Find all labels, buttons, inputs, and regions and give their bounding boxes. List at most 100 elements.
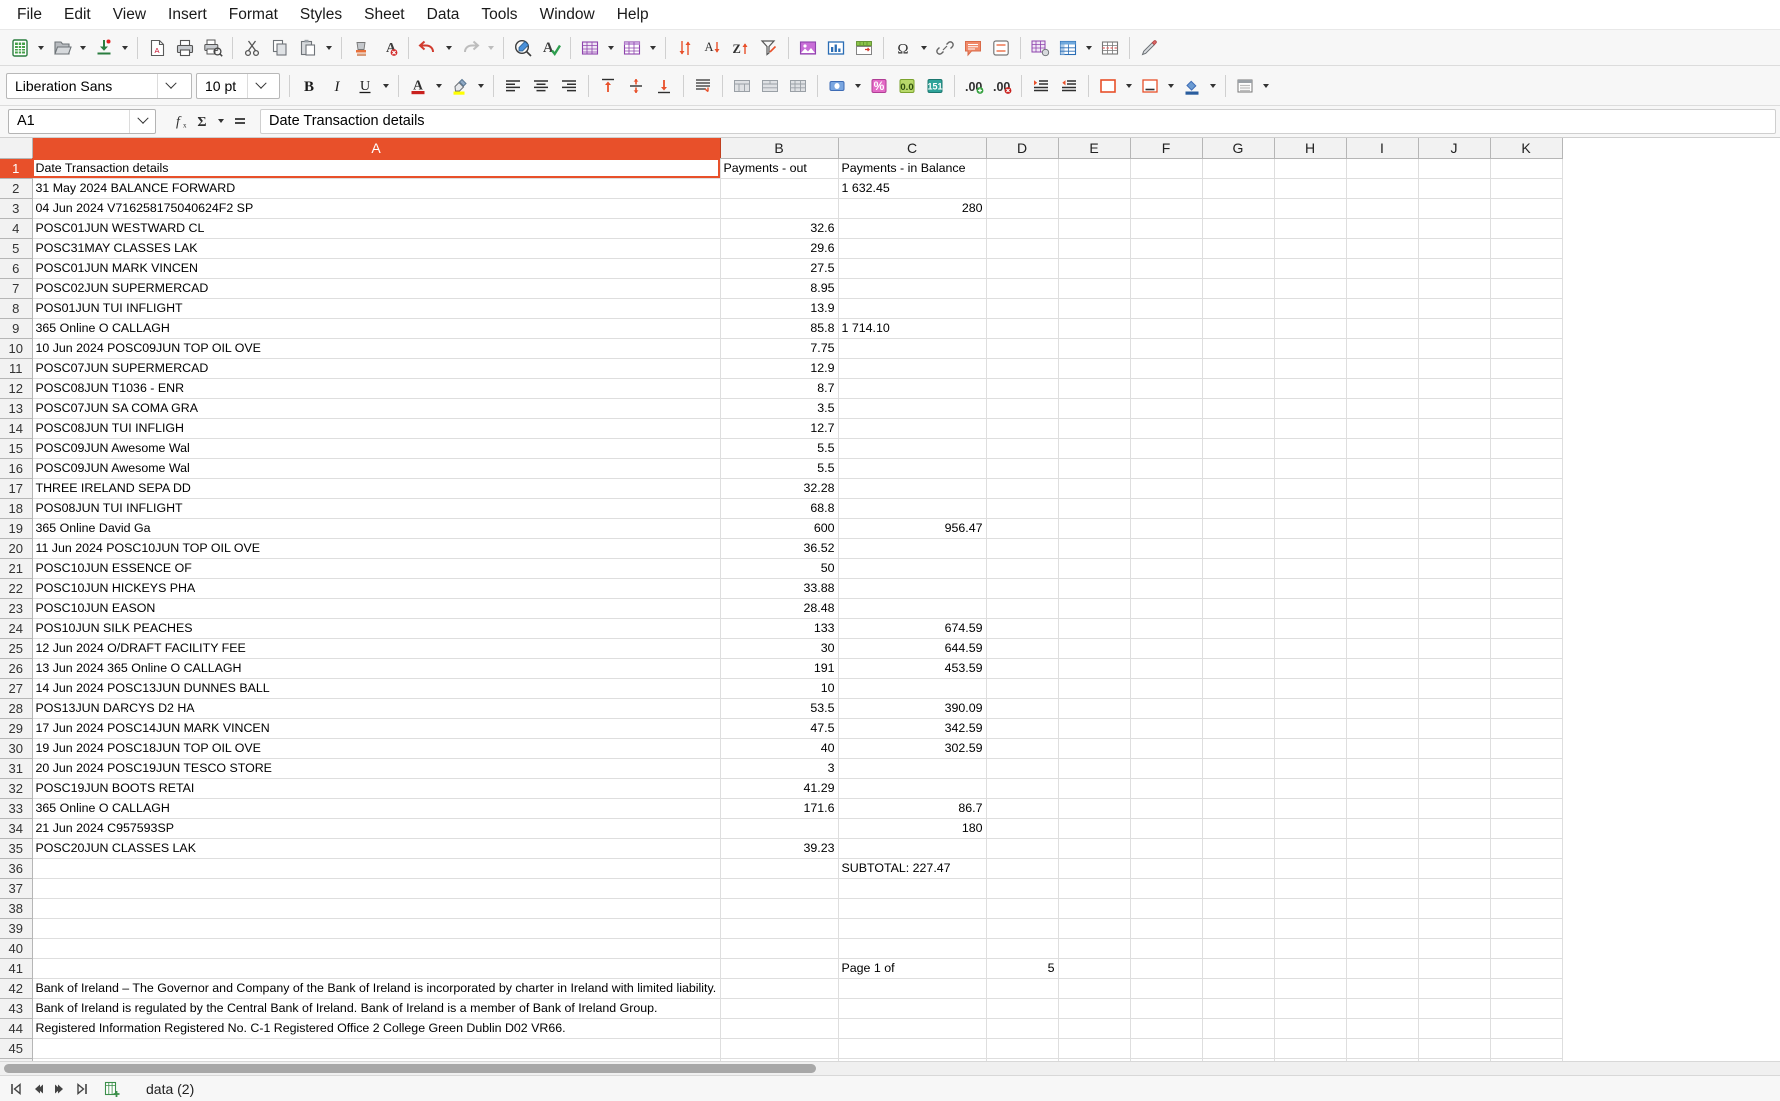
cell-B19[interactable]: 600: [720, 518, 839, 539]
cell-I39[interactable]: [1346, 918, 1419, 939]
cell-K44[interactable]: [1490, 1018, 1563, 1039]
cell-K9[interactable]: [1490, 318, 1563, 339]
cell-I16[interactable]: [1346, 458, 1419, 479]
cell-J24[interactable]: [1418, 618, 1491, 639]
cell-I42[interactable]: [1346, 978, 1419, 999]
cell-J34[interactable]: [1418, 818, 1491, 839]
cell-F41[interactable]: [1130, 958, 1203, 979]
cell-H15[interactable]: [1274, 438, 1347, 459]
cell-H39[interactable]: [1274, 918, 1347, 939]
row-header-17[interactable]: 17: [0, 478, 33, 499]
row-header-25[interactable]: 25: [0, 638, 33, 659]
cell-C4[interactable]: [838, 218, 987, 239]
new-document-icon[interactable]: [6, 34, 34, 62]
cell-I35[interactable]: [1346, 838, 1419, 859]
cell-I7[interactable]: [1346, 278, 1419, 299]
cell-I9[interactable]: [1346, 318, 1419, 339]
next-sheet-icon[interactable]: [50, 1079, 70, 1099]
print-preview-icon[interactable]: [199, 34, 227, 62]
row-header-36[interactable]: 36: [0, 858, 33, 879]
cell-I30[interactable]: [1346, 738, 1419, 759]
cell-D40[interactable]: [986, 938, 1059, 959]
cell-C11[interactable]: [838, 358, 987, 379]
last-sheet-icon[interactable]: [72, 1079, 92, 1099]
cell-C2[interactable]: 1 632.45: [838, 178, 987, 199]
cell-A8[interactable]: POS01JUN TUI INFLIGHT: [32, 298, 721, 319]
cell-J26[interactable]: [1418, 658, 1491, 679]
open-file-dropdown[interactable]: [76, 34, 90, 62]
column-header-h[interactable]: H: [1274, 138, 1347, 159]
menu-item-view[interactable]: View: [102, 3, 157, 27]
cell-E10[interactable]: [1058, 338, 1131, 359]
cell-G18[interactable]: [1202, 498, 1275, 519]
cell-G25[interactable]: [1202, 638, 1275, 659]
cell-G4[interactable]: [1202, 218, 1275, 239]
insert-comment-icon[interactable]: [959, 34, 987, 62]
cell-E45[interactable]: [1058, 1038, 1131, 1059]
cell-I10[interactable]: [1346, 338, 1419, 359]
cell-J29[interactable]: [1418, 718, 1491, 739]
cell-I21[interactable]: [1346, 558, 1419, 579]
conditional-formatting-icon[interactable]: [1231, 72, 1259, 100]
cell-I29[interactable]: [1346, 718, 1419, 739]
paste-dropdown[interactable]: [322, 34, 336, 62]
cell-K23[interactable]: [1490, 598, 1563, 619]
column-header-c[interactable]: C: [838, 138, 987, 159]
cell-D13[interactable]: [986, 398, 1059, 419]
cell-K11[interactable]: [1490, 358, 1563, 379]
cell-C17[interactable]: [838, 478, 987, 499]
cell-F12[interactable]: [1130, 378, 1203, 399]
bold-icon[interactable]: B: [295, 72, 323, 100]
menu-item-file[interactable]: File: [6, 3, 53, 27]
column-header-f[interactable]: F: [1130, 138, 1203, 159]
insert-image-icon[interactable]: [794, 34, 822, 62]
cell-G13[interactable]: [1202, 398, 1275, 419]
cell-D42[interactable]: [986, 978, 1059, 999]
cell-E23[interactable]: [1058, 598, 1131, 619]
cell-B24[interactable]: 133: [720, 618, 839, 639]
cell-I32[interactable]: [1346, 778, 1419, 799]
cell-I6[interactable]: [1346, 258, 1419, 279]
background-color-dropdown[interactable]: [1206, 72, 1220, 100]
cell-I36[interactable]: [1346, 858, 1419, 879]
column-dropdown[interactable]: [646, 34, 660, 62]
cell-F33[interactable]: [1130, 798, 1203, 819]
cell-A28[interactable]: POS13JUN DARCYS D2 HA: [32, 698, 721, 719]
cell-J10[interactable]: [1418, 338, 1491, 359]
cell-B31[interactable]: 3: [720, 758, 839, 779]
cell-J22[interactable]: [1418, 578, 1491, 599]
spreadsheet-grid[interactable]: A B C D E F G H I J K 1 Date Transaction …: [0, 138, 1780, 1061]
row-header-30[interactable]: 30: [0, 738, 33, 759]
cell-K14[interactable]: [1490, 418, 1563, 439]
cell-B8[interactable]: 13.9: [720, 298, 839, 319]
cell-C13[interactable]: [838, 398, 987, 419]
cell-H22[interactable]: [1274, 578, 1347, 599]
cell-K42[interactable]: [1490, 978, 1563, 999]
align-top-icon[interactable]: [594, 72, 622, 100]
cell-I11[interactable]: [1346, 358, 1419, 379]
cell-E14[interactable]: [1058, 418, 1131, 439]
cell-H28[interactable]: [1274, 698, 1347, 719]
cell-J6[interactable]: [1418, 258, 1491, 279]
row-header-1[interactable]: 1: [0, 158, 33, 179]
clear-formatting-icon[interactable]: A: [375, 34, 403, 62]
row-header-5[interactable]: 5: [0, 238, 33, 259]
cell-I25[interactable]: [1346, 638, 1419, 659]
column-header-g[interactable]: G: [1202, 138, 1275, 159]
export-pdf-icon[interactable]: A: [143, 34, 171, 62]
background-color-icon[interactable]: [1178, 72, 1206, 100]
cell-J3[interactable]: [1418, 198, 1491, 219]
cell-A6[interactable]: POSC01JUN MARK VINCEN: [32, 258, 721, 279]
cell-A13[interactable]: POSC07JUN SA COMA GRA: [32, 398, 721, 419]
row-header-27[interactable]: 27: [0, 678, 33, 699]
cell-C7[interactable]: [838, 278, 987, 299]
align-left-icon[interactable]: [499, 72, 527, 100]
cell-B4[interactable]: 32.6: [720, 218, 839, 239]
first-sheet-icon[interactable]: [6, 1079, 26, 1099]
cell-C40[interactable]: [838, 938, 987, 959]
cell-E6[interactable]: [1058, 258, 1131, 279]
cell-F6[interactable]: [1130, 258, 1203, 279]
menu-item-insert[interactable]: Insert: [157, 3, 218, 27]
function-wizard-icon[interactable]: fx: [166, 109, 190, 133]
cell-G19[interactable]: [1202, 518, 1275, 539]
